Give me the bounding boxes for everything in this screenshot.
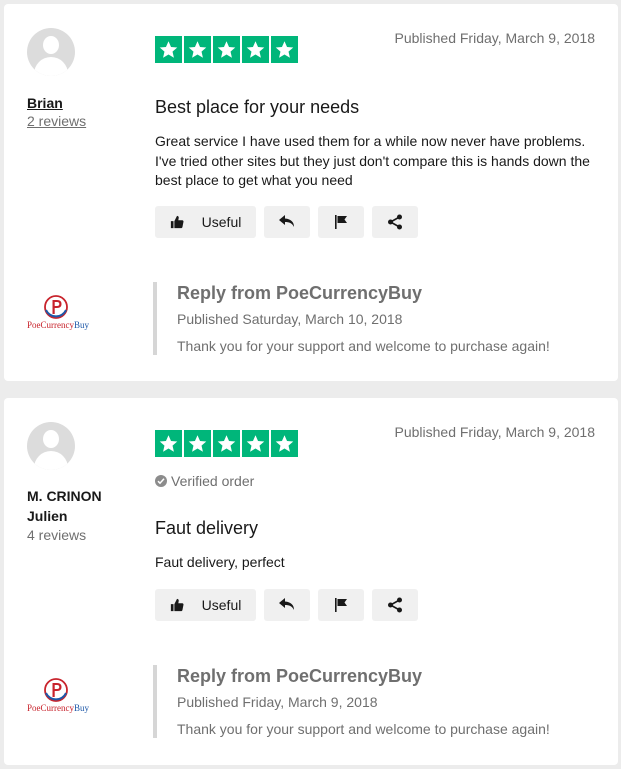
reply-button[interactable]	[264, 589, 310, 621]
reply-arrow-icon	[279, 598, 294, 610]
star-icon	[155, 430, 182, 457]
star-icon	[271, 430, 298, 457]
company-logo-icon	[44, 678, 68, 702]
reply-title: Reply from PoeCurrencyBuy	[177, 283, 423, 303]
star-icon	[213, 36, 240, 63]
share-icon	[388, 597, 402, 613]
useful-button[interactable]: Useful	[155, 589, 256, 621]
review-card: M. CRINON Julien 4 reviews Published Fri…	[4, 398, 618, 765]
reply-text: Thank you for your support and welcome t…	[177, 338, 550, 354]
review-title[interactable]: Best place for your needs	[155, 97, 359, 118]
useful-button[interactable]: Useful	[155, 206, 256, 238]
review-actions: Useful	[155, 589, 418, 621]
logo-wordmark-part1: PoeCurrency	[27, 320, 74, 330]
thumbs-up-icon	[170, 598, 184, 612]
reply-arrow-icon	[279, 215, 294, 227]
avatar[interactable]	[27, 422, 75, 470]
author-reviews-count[interactable]: 4 reviews	[27, 526, 86, 544]
review-date: Published Friday, March 9, 2018	[394, 30, 595, 46]
star-icon	[213, 430, 240, 457]
star-icon	[242, 36, 269, 63]
company-logo-icon	[44, 295, 68, 319]
share-icon	[388, 214, 402, 230]
review-text: Faut delivery, perfect	[155, 554, 285, 570]
thumbs-up-icon	[170, 215, 184, 229]
flag-icon	[335, 598, 347, 612]
report-button[interactable]	[318, 589, 364, 621]
logo-wordmark-part2: Buy	[74, 703, 90, 713]
reply-text: Thank you for your support and welcome t…	[177, 721, 550, 737]
check-circle-icon	[155, 475, 167, 487]
report-button[interactable]	[318, 206, 364, 238]
avatar[interactable]	[27, 28, 75, 76]
star-icon	[155, 36, 182, 63]
author-name[interactable]: M. CRINON Julien	[27, 486, 127, 526]
logo-wordmark-part2: Buy	[74, 320, 90, 330]
star-icon	[184, 430, 211, 457]
share-button[interactable]	[372, 589, 418, 621]
useful-label: Useful	[201, 214, 242, 230]
flag-icon	[335, 215, 347, 229]
reply-date: Published Friday, March 9, 2018	[177, 694, 378, 710]
reply-button[interactable]	[264, 206, 310, 238]
verified-badge: Verified order	[155, 473, 254, 489]
company-reply: Reply from PoeCurrencyBuy Published Frid…	[153, 665, 597, 738]
review-text: Great service I have used them for a whi…	[155, 133, 590, 188]
reply-title: Reply from PoeCurrencyBuy	[177, 666, 423, 686]
star-icon	[242, 430, 269, 457]
author-name[interactable]: Brian	[27, 93, 63, 113]
star-rating	[155, 430, 298, 457]
useful-label: Useful	[201, 597, 242, 613]
author-reviews-count[interactable]: 2 reviews	[27, 112, 86, 130]
review-actions: Useful	[155, 206, 418, 238]
company-reply: Reply from PoeCurrencyBuy Published Satu…	[153, 282, 597, 355]
company-logo: PoeCurrencyBuy	[27, 294, 91, 330]
review-card: Brian 2 reviews Published Friday, March …	[4, 4, 618, 381]
reply-date: Published Saturday, March 10, 2018	[177, 311, 403, 327]
company-logo: PoeCurrencyBuy	[27, 677, 91, 713]
share-button[interactable]	[372, 206, 418, 238]
logo-wordmark-part1: PoeCurrency	[27, 703, 74, 713]
verified-label: Verified order	[171, 473, 255, 489]
star-rating	[155, 36, 298, 63]
star-icon	[184, 36, 211, 63]
review-title[interactable]: Faut delivery	[155, 518, 258, 539]
star-icon	[271, 36, 298, 63]
review-date: Published Friday, March 9, 2018	[394, 424, 595, 440]
